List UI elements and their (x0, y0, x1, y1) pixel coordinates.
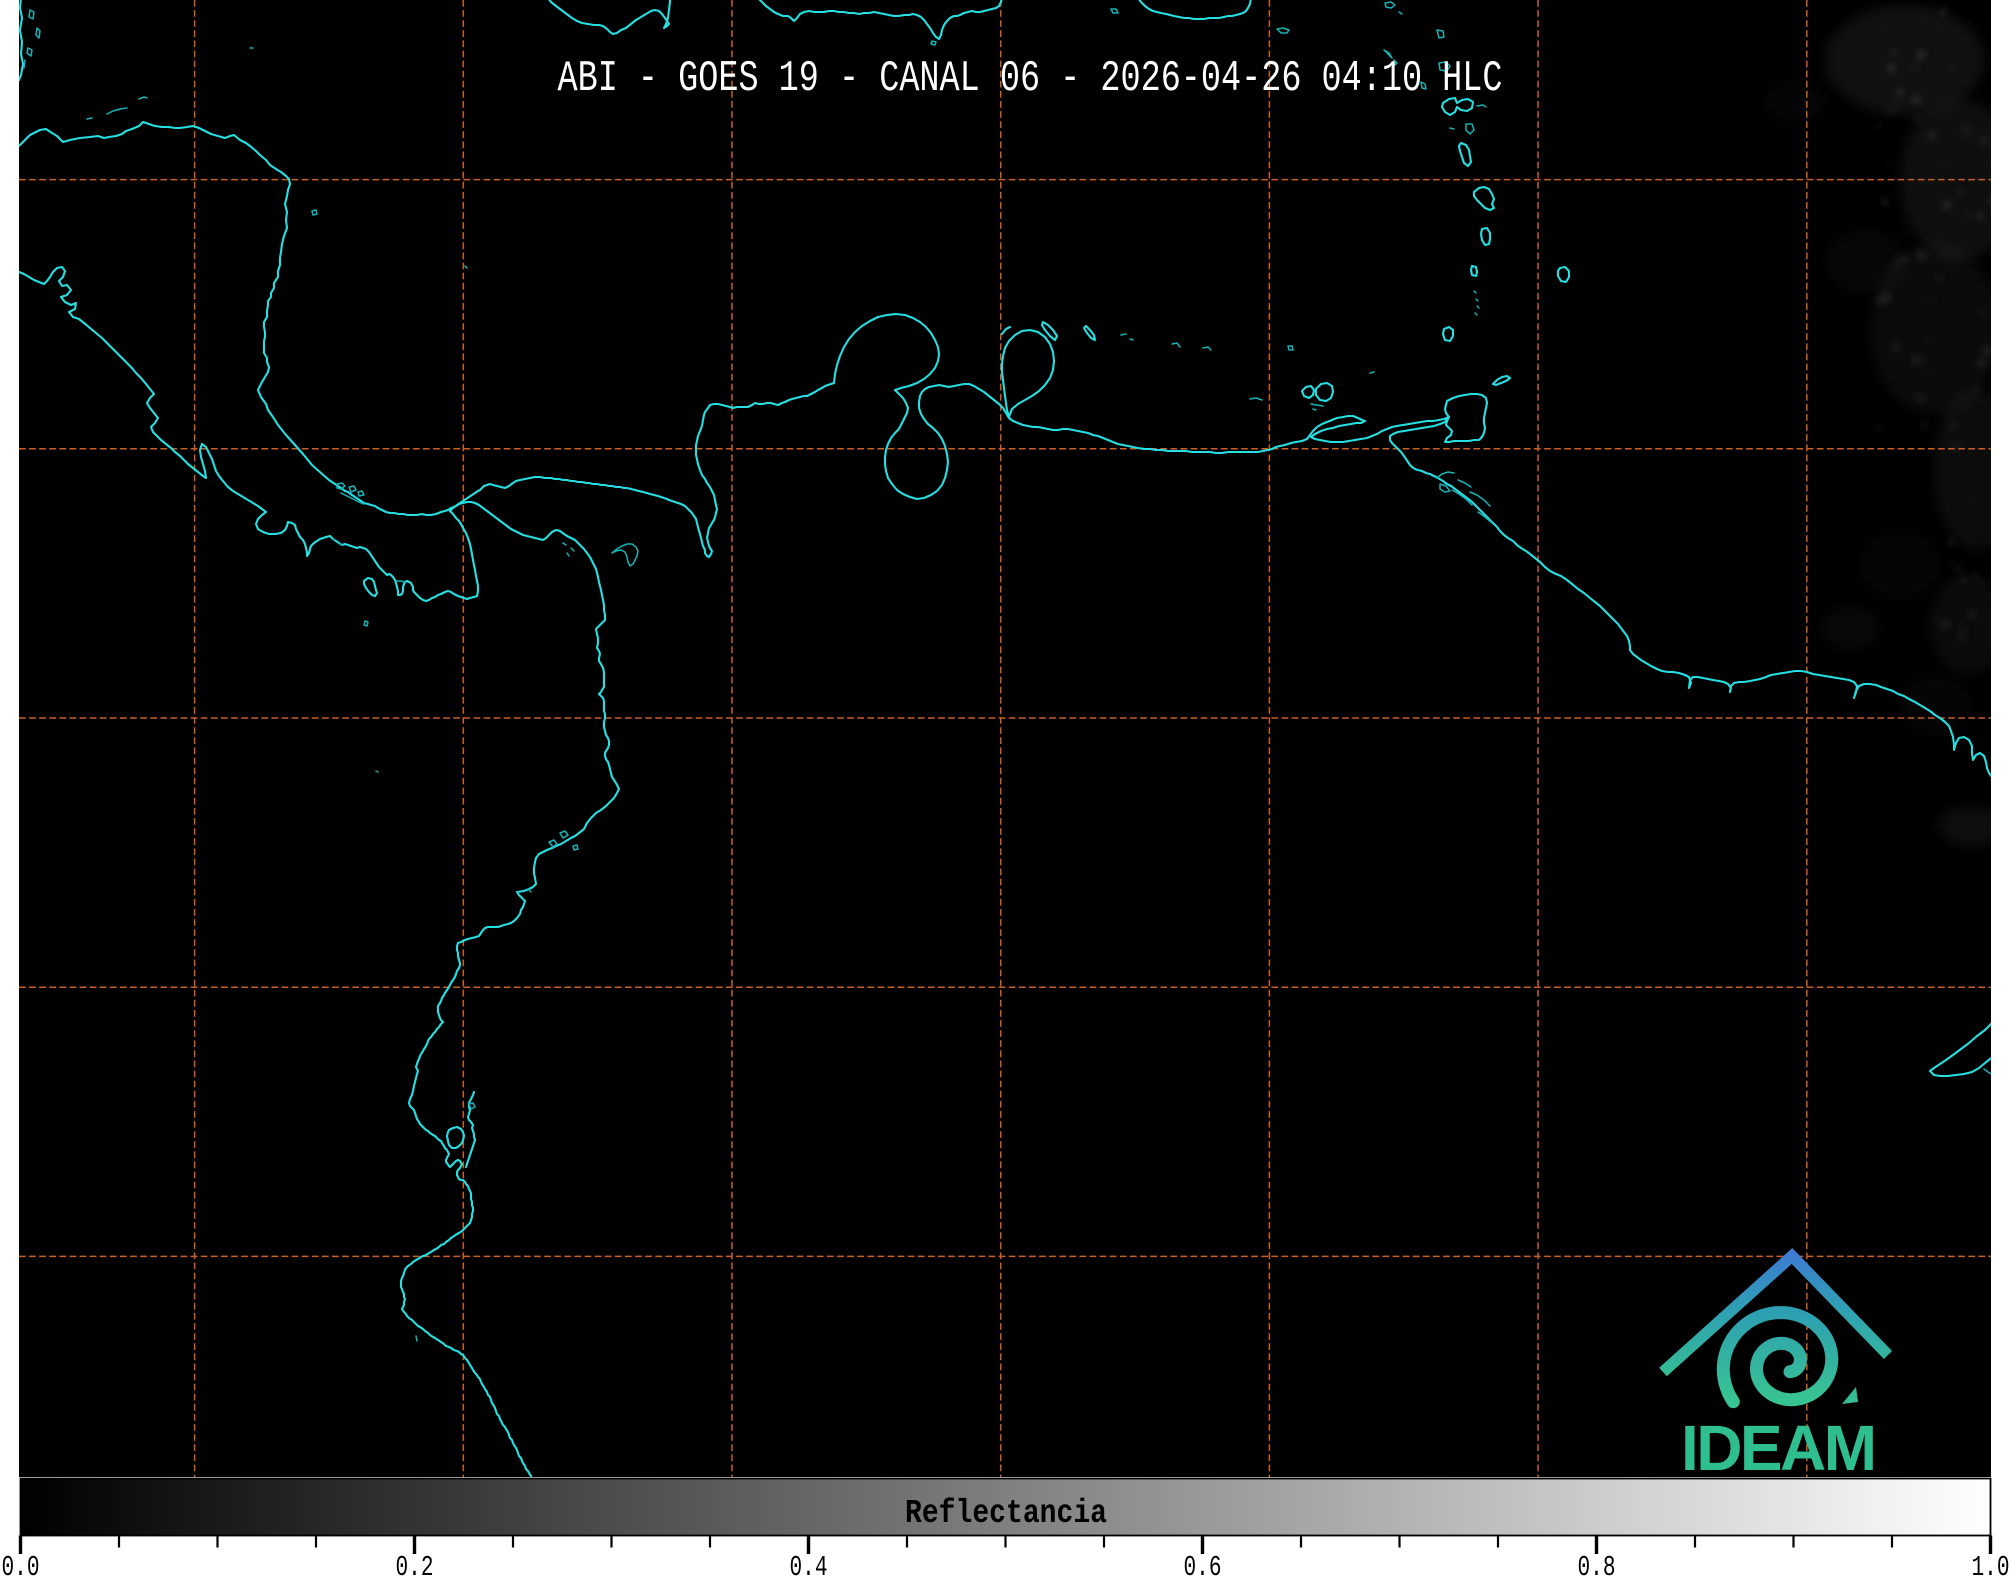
svg-text:0.2: 0.2 (396, 1551, 434, 1577)
svg-text:1.0: 1.0 (1972, 1551, 2010, 1577)
svg-text:0.8: 0.8 (1578, 1551, 1616, 1577)
svg-text:0.6: 0.6 (1184, 1551, 1222, 1577)
svg-text:ABI - GOES 19 - CANAL 06 - 202: ABI - GOES 19 - CANAL 06 - 2026-04-26 04… (558, 53, 1503, 103)
svg-text:0.4: 0.4 (790, 1551, 828, 1577)
svg-text:Reflectancia: Reflectancia (905, 1495, 1107, 1532)
svg-text:IDEAM: IDEAM (1681, 1412, 1877, 1484)
svg-text:0.0: 0.0 (2, 1551, 40, 1577)
